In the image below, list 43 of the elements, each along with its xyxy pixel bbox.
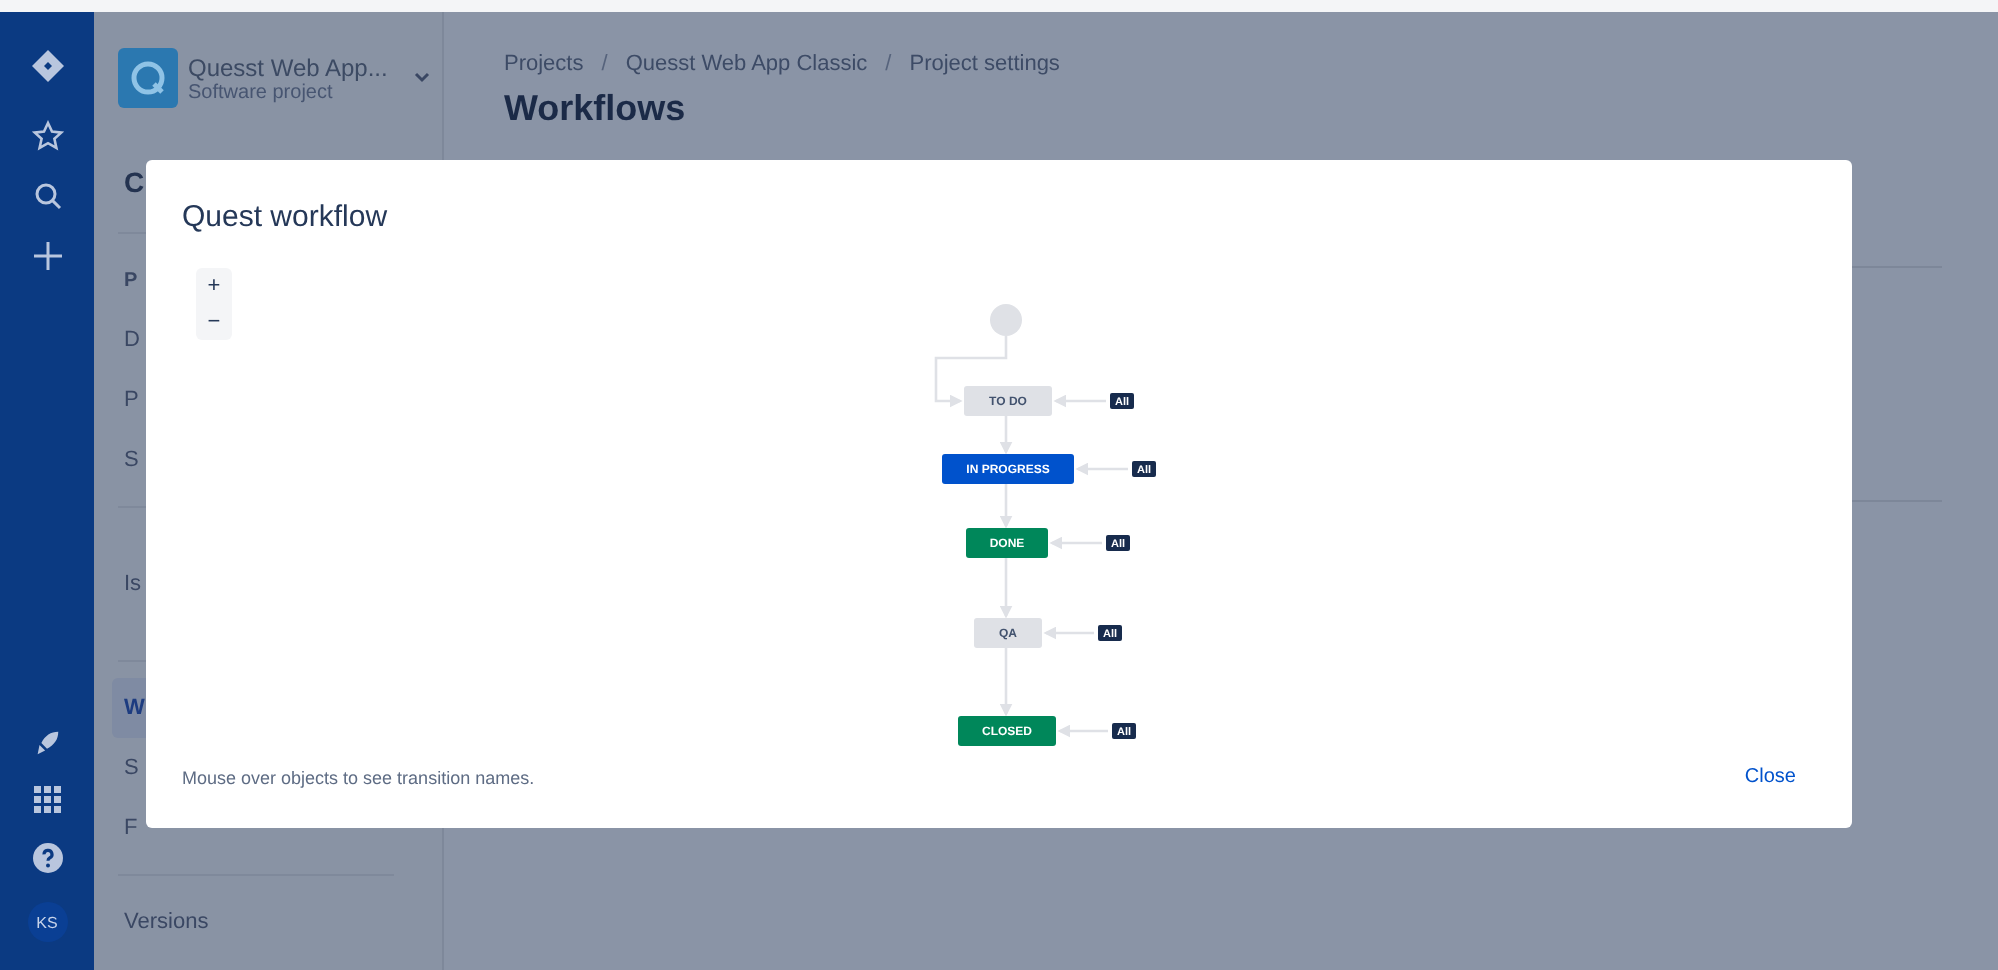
plus-icon[interactable] [31, 240, 63, 272]
sidebar-item[interactable]: Is [118, 554, 142, 614]
close-link[interactable]: Close [1744, 766, 1796, 788]
sidebar-item[interactable]: S [118, 738, 139, 798]
hint-text: Mouse over objects to see transition names. [182, 767, 535, 787]
sidebar-item[interactable]: P [118, 370, 139, 430]
sidebar-item[interactable]: D [118, 310, 140, 370]
zoom-in-button[interactable]: + [196, 268, 232, 304]
transition-arrow [1057, 724, 1108, 738]
star-icon[interactable] [31, 120, 63, 152]
zoom-out-button[interactable]: − [196, 304, 232, 340]
transition-arrow [999, 648, 1013, 717]
sidebar-item[interactable]: S [118, 430, 139, 490]
project-icon [118, 48, 178, 108]
start-node [990, 304, 1022, 336]
breadcrumb-link[interactable]: Project settings [909, 52, 1060, 76]
project-type: Software project [188, 81, 333, 103]
dialog-title: Quest workflow [182, 200, 390, 234]
transition-arrow [999, 558, 1013, 619]
sidebar-section-heading: P [122, 267, 138, 295]
transition-arrow [1049, 536, 1102, 550]
rocket-icon[interactable] [32, 728, 62, 758]
project-name[interactable]: Quesst Web App... [188, 53, 388, 81]
breadcrumb-link[interactable]: Projects [504, 52, 584, 76]
transition-arrow [1075, 462, 1128, 476]
transition-arrow [999, 416, 1013, 455]
logo-icon[interactable] [29, 48, 65, 84]
sidebar-item[interactable]: Versions [118, 892, 209, 952]
transition-arrow [934, 336, 1008, 408]
sidebar-heading: C [124, 166, 145, 198]
page-title: Workflows [504, 88, 688, 130]
user-avatar[interactable]: KS [27, 902, 67, 942]
app-grid-icon[interactable] [33, 786, 61, 814]
search-icon[interactable] [31, 180, 63, 212]
transition-arrow [1043, 626, 1094, 640]
chevron-down-icon[interactable] [413, 72, 430, 84]
help-icon[interactable] [31, 842, 63, 874]
breadcrumb-link[interactable]: Quesst Web App Classic [625, 52, 868, 76]
transition-arrow [1053, 394, 1106, 408]
sidebar-item[interactable]: F [118, 798, 138, 858]
breadcrumb-separator: / [601, 52, 608, 76]
breadcrumb-separator: / [885, 52, 892, 76]
transition-arrow [999, 484, 1013, 529]
